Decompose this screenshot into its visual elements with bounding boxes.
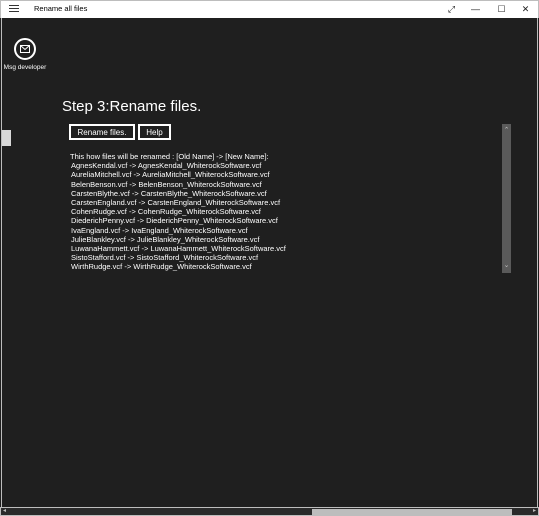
scroll-down-icon[interactable]: ⌄ xyxy=(502,261,511,271)
title-bar: Rename all files ⤢ — ☐ ✕ xyxy=(0,0,539,18)
horizontal-scrollbar[interactable]: ◂ ▸ xyxy=(0,507,539,516)
list-item: IvaEngland.vcf -> IvaEngland_WhiterockSo… xyxy=(71,225,248,235)
msg-developer-button[interactable]: Msg developer xyxy=(2,38,48,71)
maximize-button[interactable]: ☐ xyxy=(489,1,514,18)
mail-icon xyxy=(14,38,36,60)
scroll-right-icon[interactable]: ▸ xyxy=(533,508,536,515)
restore-full-screen-icon[interactable]: ⤢ xyxy=(439,1,464,18)
list-item: AgnesKendal.vcf -> AgnesKendal_Whiterock… xyxy=(71,161,262,171)
close-button[interactable]: ✕ xyxy=(513,1,538,18)
list-item: SistoStafford.vcf -> SistoStafford_White… xyxy=(71,253,259,263)
list-item: CarstenBlythe.vcf -> CarstenBlythe_White… xyxy=(71,188,267,198)
scroll-thumb[interactable] xyxy=(312,509,512,515)
app-content: Msg developer Step 3:Rename files. Renam… xyxy=(1,18,538,508)
list-item: BelenBenson.vcf -> BelenBenson_Whiterock… xyxy=(71,179,262,189)
vertical-scrollbar[interactable]: ⌃ ⌄ xyxy=(502,124,511,273)
scroll-up-icon[interactable]: ⌃ xyxy=(502,126,511,136)
page-title: Step 3:Rename files. xyxy=(62,98,202,115)
rename-preview-list: This how files will be renamed : [Old Na… xyxy=(70,152,286,272)
list-item: LuwanaHammett.vcf -> LuwanaHammett_White… xyxy=(71,244,286,254)
minimize-button[interactable]: — xyxy=(463,1,488,18)
list-item: JulieBlankley.vcf -> JulieBlankley_White… xyxy=(71,234,260,244)
window-title: Rename all files xyxy=(34,4,88,13)
list-item: CarstenEngland.vcf -> CarstenEngland_Whi… xyxy=(71,198,281,208)
list-header: This how files will be renamed : [Old Na… xyxy=(70,152,269,161)
hamburger-menu-icon[interactable] xyxy=(9,5,19,13)
list-item: WirthRudge.vcf -> WirthRudge_WhiterockSo… xyxy=(71,262,252,272)
rename-files-button[interactable]: Rename files. xyxy=(69,124,135,140)
msg-developer-label: Msg developer xyxy=(3,64,47,71)
list-item: CohenRudge.vcf -> CohenRudge_WhiterockSo… xyxy=(71,207,261,217)
side-panel-handle[interactable] xyxy=(2,130,11,146)
list-item: DiederichPenny.vcf -> DiederichPenny_Whi… xyxy=(71,216,278,226)
help-button[interactable]: Help xyxy=(138,124,171,140)
scroll-left-icon[interactable]: ◂ xyxy=(3,508,6,515)
list-item: AureliaMitchell.vcf -> AureliaMitchell_W… xyxy=(71,170,270,180)
